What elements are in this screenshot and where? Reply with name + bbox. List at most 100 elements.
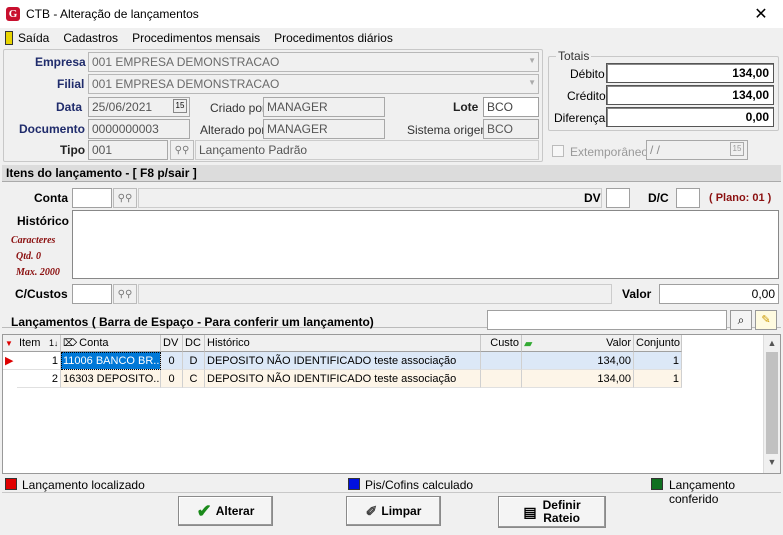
- sistema-origem-input: BCO: [483, 119, 539, 139]
- filial-label: Filial: [57, 77, 85, 91]
- calendar-icon[interactable]: 15: [173, 99, 187, 113]
- sistema-origem-label: Sistema origem: [407, 123, 491, 137]
- historico-textarea[interactable]: [72, 210, 779, 279]
- valor-input[interactable]: 0,00: [659, 284, 779, 304]
- menu-cadastros[interactable]: Cadastros: [56, 31, 125, 45]
- totais-title: Totais: [556, 49, 592, 63]
- empresa-label: Empresa: [35, 55, 86, 69]
- alterado-input: MANAGER: [263, 119, 385, 139]
- cell-custo[interactable]: [481, 352, 522, 370]
- lote-input[interactable]: BCO: [483, 97, 539, 117]
- dc-input[interactable]: [676, 188, 700, 208]
- cell-conjunto[interactable]: 1: [634, 370, 682, 388]
- debito-label: Débito: [570, 67, 605, 81]
- col-dv-header[interactable]: DV: [161, 335, 183, 352]
- filial-select[interactable]: 001 EMPRESA DEMONSTRACAO ▼: [88, 74, 539, 94]
- legend-blue-swatch: [348, 478, 360, 490]
- ccustos-input[interactable]: [72, 284, 112, 304]
- money-icon: ▰: [524, 337, 533, 350]
- cell-conta[interactable]: 11006 BANCO BR...: [61, 352, 161, 370]
- close-button[interactable]: ✕: [739, 0, 783, 28]
- menu-bar: Saída Cadastros Procedimentos mensais Pr…: [0, 28, 783, 47]
- scroll-down-icon[interactable]: ▼: [764, 454, 780, 471]
- lote-label: Lote: [453, 100, 479, 114]
- diferenca-label: Diferença: [554, 111, 606, 125]
- col-conta-header[interactable]: ⌦ Conta: [61, 335, 161, 352]
- chevron-down-icon: ▼: [528, 78, 536, 87]
- diferenca-value: 0,00: [606, 107, 774, 127]
- documents-icon: ▤: [523, 503, 537, 520]
- binoculars-icon[interactable]: ⚲⚲: [113, 188, 137, 208]
- criado-label: Criado por: [210, 101, 267, 115]
- exit-door-icon: [5, 30, 13, 45]
- scroll-up-icon[interactable]: ▲: [764, 335, 780, 352]
- debito-value: 134,00: [606, 63, 774, 83]
- scroll-thumb[interactable]: [766, 352, 778, 454]
- definir-rateio-button[interactable]: ▤ Definir Rateio: [498, 496, 606, 528]
- max-label: Max. 2000: [16, 267, 60, 278]
- menu-saida[interactable]: Saída: [15, 31, 56, 45]
- rateio-line2: Rateio: [543, 511, 580, 525]
- clear-filter-icon[interactable]: ✎: [755, 310, 777, 330]
- cell-dv[interactable]: 0: [161, 370, 183, 388]
- search-icon[interactable]: ⌕: [730, 310, 752, 330]
- col-dc-header[interactable]: DC: [183, 335, 205, 352]
- criado-input: MANAGER: [263, 97, 385, 117]
- window-title: CTB - Alteração de lançamentos: [26, 7, 199, 21]
- cell-custo[interactable]: [481, 370, 522, 388]
- legend-red-swatch: [5, 478, 17, 490]
- alterar-button[interactable]: ✔ Alterar: [178, 496, 273, 526]
- documento-label: Documento: [19, 122, 85, 136]
- cell-item[interactable]: 2: [17, 370, 61, 388]
- cell-conta[interactable]: 16303 DEPOSITO...: [61, 370, 161, 388]
- plano-label: ( Plano: 01 ): [709, 192, 772, 204]
- historico-label: Histórico: [17, 214, 70, 228]
- tag-icon: ⌦: [63, 337, 78, 349]
- cell-dc[interactable]: D: [183, 352, 205, 370]
- tipo-input[interactable]: 001: [88, 140, 168, 160]
- legend-localizado: Lançamento localizado: [22, 478, 145, 492]
- col-valor-header[interactable]: ▰ Valor: [522, 335, 634, 352]
- credito-label: Crédito: [567, 89, 606, 103]
- conta-input[interactable]: [72, 188, 112, 208]
- binoculars-icon[interactable]: ⚲⚲: [113, 284, 137, 304]
- legend-green-swatch: [651, 478, 663, 490]
- lancamentos-grid[interactable]: ▼ Item 1 ↓ ⌦ Conta DV DC Histórico Custo ▰ V…: [2, 334, 781, 474]
- divider: [2, 492, 781, 493]
- caracteres-counter: Caracteres Qtd. 0 Max. 2000: [11, 233, 60, 281]
- qtd-label: Qtd. 0: [16, 251, 41, 262]
- grid-scrollbar[interactable]: ▲ ▼: [763, 335, 780, 473]
- binoculars-icon[interactable]: ⚲⚲: [170, 140, 194, 160]
- documento-input[interactable]: 0000000003: [88, 119, 190, 139]
- ccustos-label: C/Custos: [15, 287, 68, 301]
- cell-item[interactable]: 1: [17, 352, 61, 370]
- cell-valor[interactable]: 134,00: [522, 370, 634, 388]
- menu-procedimentos-diarios[interactable]: Procedimentos diários: [267, 31, 400, 45]
- conta-description: [138, 188, 602, 208]
- cell-valor[interactable]: 134,00: [522, 352, 634, 370]
- cell-conjunto[interactable]: 1: [634, 352, 682, 370]
- credito-value: 134,00: [606, 85, 774, 105]
- menu-procedimentos-mensais[interactable]: Procedimentos mensais: [125, 31, 267, 45]
- calendar-icon[interactable]: 15: [730, 142, 744, 156]
- dv-input[interactable]: [606, 188, 630, 208]
- col-historico-header[interactable]: Histórico: [205, 335, 481, 352]
- cell-dv[interactable]: 0: [161, 352, 183, 370]
- limpar-button[interactable]: ✐ Limpar: [346, 496, 441, 526]
- col-item-header[interactable]: Item 1 ↓: [17, 335, 61, 352]
- row-pointer-icon: ▶: [3, 352, 17, 370]
- lancamentos-search-input[interactable]: [487, 310, 727, 330]
- col-custo-header[interactable]: Custo: [481, 335, 522, 352]
- empresa-select[interactable]: 001 EMPRESA DEMONSTRACAO ▼: [88, 52, 539, 72]
- broom-icon: ✐: [365, 502, 378, 519]
- cell-historico[interactable]: DEPOSITO NÃO IDENTIFICADO teste associaç…: [205, 370, 481, 388]
- lancamentos-title: Lançamentos ( Barra de Espaço - Para con…: [11, 315, 374, 329]
- title-bar: G CTB - Alteração de lançamentos: [0, 0, 783, 28]
- extemporaneo-checkbox[interactable]: [552, 145, 564, 157]
- cell-historico[interactable]: DEPOSITO NÃO IDENTIFICADO teste associaç…: [205, 352, 481, 370]
- cell-dc[interactable]: C: [183, 370, 205, 388]
- chevron-down-icon: ▼: [528, 56, 536, 65]
- extemporaneo-label: Extemporâneo: [570, 145, 649, 159]
- dc-label: D/C: [648, 191, 669, 205]
- col-conjunto-header[interactable]: Conjunto: [634, 335, 682, 352]
